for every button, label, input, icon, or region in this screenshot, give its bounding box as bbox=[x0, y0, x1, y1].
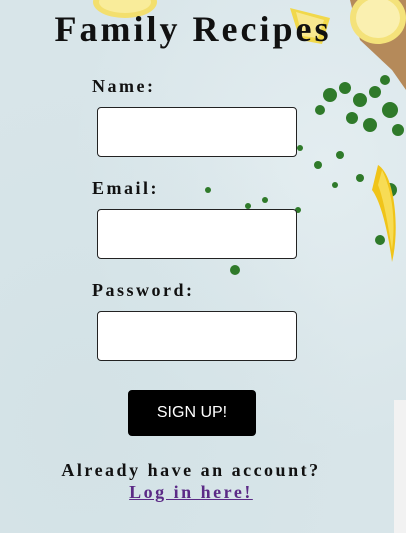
email-input[interactable] bbox=[97, 209, 297, 259]
name-label: Name: bbox=[92, 76, 156, 96]
food-decoration bbox=[93, 0, 406, 533]
login-link[interactable]: Log in here! bbox=[0, 482, 382, 503]
sign-up-button[interactable]: SIGN UP! bbox=[128, 390, 256, 436]
background-image bbox=[0, 0, 406, 533]
password-label: Password: bbox=[92, 280, 195, 300]
name-input[interactable] bbox=[97, 107, 297, 157]
already-have-account-text: Already have an account? bbox=[61, 460, 321, 480]
email-label: Email: bbox=[92, 178, 159, 198]
password-input[interactable] bbox=[97, 311, 297, 361]
page-title: Family Recipes bbox=[54, 9, 332, 49]
